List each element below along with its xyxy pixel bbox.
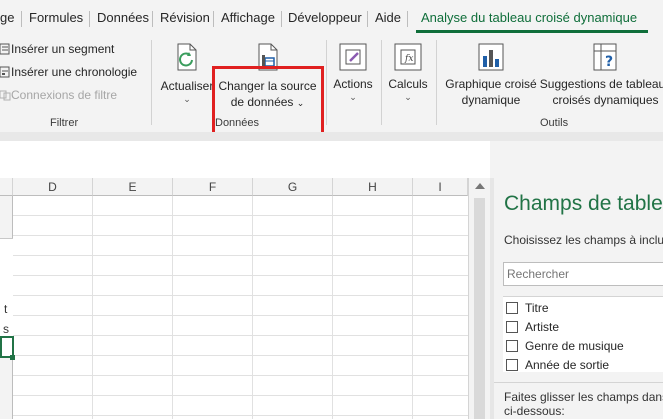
checkbox[interactable] <box>506 321 518 333</box>
vertical-scrollbar[interactable] <box>468 178 490 419</box>
insert-slicer-button[interactable]: Insérer un segment <box>0 42 114 56</box>
calculs-label: Calculs <box>388 77 428 91</box>
tab-separator <box>367 11 368 27</box>
col-header-d[interactable]: D <box>13 178 93 196</box>
actions-button[interactable]: Actions ⌄ <box>330 42 376 102</box>
suggestions-label-2: croisés dynamiques <box>552 93 659 107</box>
ribbon: Insérer un segment Insérer une chronolog… <box>0 34 663 149</box>
field-item-genre[interactable]: Genre de musique <box>506 339 624 353</box>
drag-instructions: Faites glisser les champs dans ci-dessou… <box>504 390 663 418</box>
fill-handle[interactable] <box>10 355 15 360</box>
col-header-h[interactable]: H <box>333 178 413 196</box>
checkbox[interactable] <box>506 340 518 352</box>
insert-timeline-label: Insérer une chronologie <box>11 65 138 79</box>
pivot-chart-label-2: dynamique <box>461 93 521 107</box>
filter-connections-button[interactable]: Connexions de filtre <box>0 88 117 102</box>
group-separator <box>326 40 327 125</box>
col-header-i[interactable]: I <box>413 178 468 196</box>
scrollbar-thumb[interactable] <box>474 198 485 419</box>
field-item-annee[interactable]: Année de sortie <box>506 358 609 372</box>
tab-fragment[interactable]: ge <box>0 10 14 25</box>
tab-separator <box>407 11 408 27</box>
pane-separator <box>494 382 663 383</box>
calculs-button[interactable]: fx Calculs ⌄ <box>385 42 431 102</box>
insert-slicer-label: Insérer un segment <box>11 42 115 56</box>
search-input[interactable] <box>503 262 663 286</box>
pivot-chart-icon <box>478 43 504 71</box>
suggestions-label-1: Suggestions de tableaux <box>539 77 663 91</box>
cell-grid[interactable] <box>13 196 468 419</box>
slicer-icon <box>0 43 10 55</box>
group-label-outils: Outils <box>540 117 569 129</box>
tab-aide[interactable]: Aide <box>375 10 401 25</box>
field-label: Titre <box>525 301 549 315</box>
refresh-icon <box>177 43 197 71</box>
tab-separator <box>281 11 282 27</box>
refresh-button[interactable]: Actualiser ⌄ <box>157 42 217 104</box>
field-label: Année de sortie <box>525 358 610 372</box>
pivot-fields-pane: Champs de tableau Choisissez les champs … <box>494 178 663 419</box>
tab-separator <box>89 11 90 27</box>
field-label: Artiste <box>525 320 560 334</box>
ribbon-tabs: ge Formules Données Révision Affichage D… <box>0 0 663 34</box>
svg-text:fx: fx <box>404 54 413 64</box>
svg-text:?: ? <box>605 54 613 70</box>
tab-analyse-tcd[interactable]: Analyse du tableau croisé dynamique <box>421 10 637 25</box>
tab-formules[interactable]: Formules <box>29 10 83 25</box>
chevron-down-icon: ⌄ <box>404 92 412 102</box>
group-separator <box>381 40 382 125</box>
pivot-chart-button[interactable]: Graphique croisé dynamique <box>440 42 542 108</box>
refresh-label: Actualiser <box>160 79 214 93</box>
field-label: Genre de musique <box>525 339 624 353</box>
tab-developpeur[interactable]: Développeur <box>288 10 362 25</box>
checkbox[interactable] <box>506 302 518 314</box>
drag-instructions-line2: ci-dessous: <box>504 404 565 418</box>
field-item-titre[interactable]: Titre <box>506 301 549 315</box>
tab-separator <box>213 11 214 27</box>
col-header-prev[interactable] <box>0 178 13 196</box>
chevron-down-icon: ⌄ <box>349 92 357 102</box>
chevron-down-icon: ⌄ <box>183 94 191 104</box>
scroll-up-icon[interactable] <box>475 183 485 189</box>
suggestions-icon: ? <box>593 43 616 71</box>
suggestions-button[interactable]: ? Suggestions de tableaux croisés dynami… <box>538 42 663 108</box>
tab-donnees[interactable]: Données <box>97 10 149 25</box>
col-header-f[interactable]: F <box>173 178 253 196</box>
pane-title: Champs de tableau <box>504 192 663 215</box>
col-header-g[interactable]: G <box>253 178 333 196</box>
connections-icon <box>0 90 11 101</box>
pane-subtitle: Choisissez les champs à inclure <box>504 233 663 247</box>
timeline-icon <box>0 66 10 78</box>
drag-instructions-line1: Faites glisser les champs dans <box>504 390 663 404</box>
insert-timeline-button[interactable]: Insérer une chronologie <box>0 65 137 79</box>
calculs-icon: fx <box>394 43 422 71</box>
cell-fragment: s <box>3 322 9 336</box>
checkbox[interactable] <box>506 359 518 371</box>
col-header-e[interactable]: E <box>93 178 173 196</box>
filter-connections-label: Connexions de filtre <box>11 88 118 102</box>
actions-label: Actions <box>333 77 373 91</box>
pane-top-area <box>490 141 663 178</box>
field-item-artiste[interactable]: Artiste <box>506 320 559 334</box>
tab-separator <box>152 11 153 27</box>
pivot-chart-label-1: Graphique croisé <box>445 77 537 91</box>
field-list: Titre Artiste Genre de musique Année de … <box>503 296 663 372</box>
active-tab-underline <box>416 30 648 33</box>
tab-affichage[interactable]: Affichage <box>221 10 275 25</box>
cell-fragment: t <box>4 302 8 316</box>
actions-icon <box>339 43 367 71</box>
tab-revision[interactable]: Révision <box>160 10 210 25</box>
group-label-filtrer: Filtrer <box>50 117 79 129</box>
tab-separator <box>21 11 22 27</box>
group-separator <box>436 40 437 125</box>
group-separator <box>151 40 152 125</box>
